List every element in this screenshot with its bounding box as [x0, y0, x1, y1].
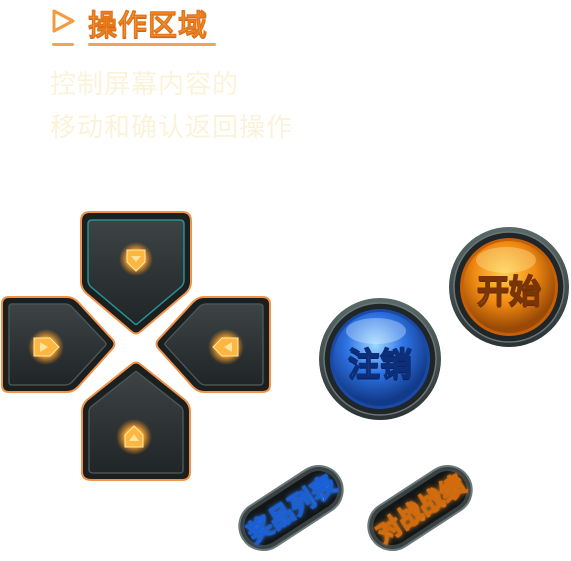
dpad-up-button[interactable] — [80, 211, 192, 335]
title-underline-short — [52, 43, 74, 46]
dpad-left-button[interactable] — [1, 296, 116, 393]
dpad-down-button[interactable] — [81, 361, 191, 481]
section-title: 操作区域 — [88, 8, 209, 43]
logout-button[interactable]: 注销 — [318, 297, 442, 421]
control-panel-stage: 操作区域 控制屏幕内容的 移动和确认返回操作 开始 注销 奖品列表 对战战绩 — [0, 0, 571, 561]
battle-record-button[interactable]: 对战战绩 — [355, 455, 485, 561]
logout-button-label: 注销 — [347, 344, 412, 383]
start-button-label: 开始 — [476, 271, 541, 310]
play-triangle-icon — [52, 9, 75, 33]
title-underline-long — [88, 43, 216, 46]
dpad-right-button[interactable] — [155, 296, 271, 393]
description-line-1: 控制屏幕内容的 — [50, 70, 240, 100]
prize-list-button[interactable]: 奖品列表 — [226, 455, 356, 561]
start-button[interactable]: 开始 — [448, 226, 570, 348]
description-line-2: 移动和确认返回操作 — [50, 113, 294, 143]
direction-pad — [0, 208, 276, 490]
